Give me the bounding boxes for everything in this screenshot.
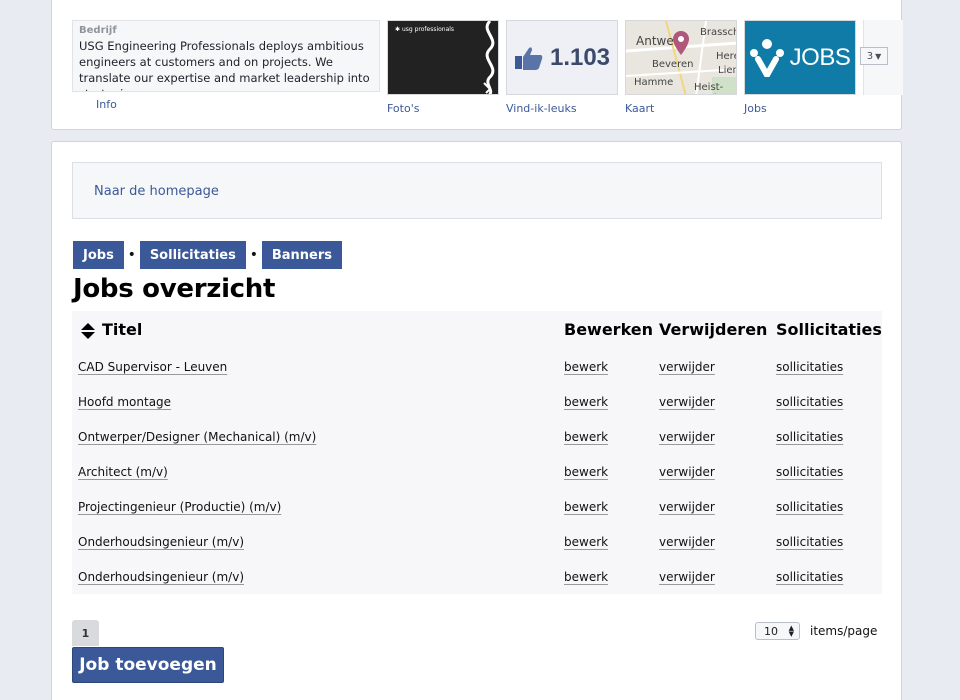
map-caption[interactable]: Kaart [625, 102, 654, 115]
items-per-page-label: items/page [810, 624, 878, 638]
more-tabs-button[interactable]: 3 ▼ [860, 47, 888, 65]
items-per-page: 10 ▲ ▼ items/page [755, 622, 877, 640]
table-row: Projectingenieur (Productie) (m/v) bewer… [72, 491, 882, 526]
about-box[interactable]: Bedrijf USG Engineering Professionals de… [72, 20, 380, 92]
about-text: USG Engineering Professionals deploys am… [79, 39, 370, 91]
likes-tile[interactable]: 1.103 [506, 20, 618, 95]
edit-link[interactable]: bewerk [564, 500, 608, 514]
map-place-here: Here [716, 51, 736, 62]
map-place-hamme: Hamme [634, 77, 674, 88]
column-header-applications: Sollicitaties [776, 320, 882, 339]
applications-link[interactable]: sollicitaties [776, 430, 843, 444]
tab-jobs[interactable]: Jobs [73, 241, 124, 269]
info-link[interactable]: Info [96, 98, 117, 111]
main-content-card: Naar de homepage Jobs • Sollicitaties • … [51, 141, 902, 700]
items-per-page-select[interactable]: 10 ▲ ▼ [755, 622, 800, 640]
job-title-link[interactable]: Onderhoudsingenieur (m/v) [78, 570, 244, 584]
chevron-down-icon: ▼ [875, 51, 882, 61]
table-row: Architect (m/v) bewerk verwijder sollici… [72, 456, 882, 491]
delete-link[interactable]: verwijder [659, 430, 715, 444]
applications-link[interactable]: sollicitaties [776, 395, 843, 409]
table-row: Ontwerper/Designer (Mechanical) (m/v) be… [72, 421, 882, 456]
map-place-heist: Heist-op-d [694, 82, 724, 94]
applications-link[interactable]: sollicitaties [776, 500, 843, 514]
pagination-page-1[interactable]: 1 [72, 620, 99, 646]
delete-link[interactable]: verwijder [659, 570, 715, 584]
add-job-button[interactable]: Job toevoegen [72, 647, 224, 683]
applications-link[interactable]: sollicitaties [776, 360, 843, 374]
likes-caption[interactable]: Vind-ik-leuks [506, 102, 577, 115]
homepage-link[interactable]: Naar de homepage [94, 184, 219, 199]
table-header: Titel Bewerken Verwijderen Sollicitaties [72, 311, 882, 349]
page-header-card: Bedrijf USG Engineering Professionals de… [51, 0, 903, 130]
jobs-tile-label: JOBS [789, 43, 851, 71]
edit-link[interactable]: bewerk [564, 535, 608, 549]
edit-link[interactable]: bewerk [564, 395, 608, 409]
likes-count: 1.103 [549, 43, 611, 71]
thumbs-up-icon [514, 46, 543, 70]
job-title-link[interactable]: Ontwerper/Designer (Mechanical) (m/v) [78, 430, 316, 444]
delete-link[interactable]: verwijder [659, 360, 715, 374]
nav-tabs: Jobs • Sollicitaties • Banners [73, 241, 343, 269]
applications-link[interactable]: sollicitaties [776, 570, 843, 584]
applications-link[interactable]: sollicitaties [776, 465, 843, 479]
job-title-link[interactable]: Onderhoudsingenieur (m/v) [78, 535, 244, 549]
applications-link[interactable]: sollicitaties [776, 535, 843, 549]
edit-link[interactable]: bewerk [564, 465, 608, 479]
about-label: Bedrijf [79, 25, 117, 36]
table-row: Hoofd montage bewerk verwijder sollicita… [72, 386, 882, 421]
job-title-link[interactable]: Architect (m/v) [78, 465, 168, 479]
tab-separator: • [249, 247, 258, 263]
edit-link[interactable]: bewerk [564, 570, 608, 584]
tab-banners[interactable]: Banners [261, 241, 343, 269]
column-header-edit: Bewerken [564, 320, 654, 339]
map-place-brasschaat: Brasschaat [700, 27, 736, 38]
tab-sollicitaties[interactable]: Sollicitaties [139, 241, 246, 269]
map-place-lier: Lier [718, 65, 737, 76]
job-title-link[interactable]: Hoofd montage [78, 395, 171, 409]
tab-separator: • [127, 247, 136, 263]
items-per-page-value: 10 [764, 624, 778, 638]
delete-link[interactable]: verwijder [659, 500, 715, 514]
job-title-link[interactable]: CAD Supervisor - Leuven [78, 360, 227, 374]
delete-link[interactable]: verwijder [659, 535, 715, 549]
column-header-title[interactable]: Titel [102, 320, 142, 339]
edit-link[interactable]: bewerk [564, 430, 608, 444]
sort-icon[interactable] [81, 323, 95, 339]
table-row: CAD Supervisor - Leuven bewerk verwijder… [72, 351, 882, 386]
jobs-tile[interactable]: JOBS [744, 20, 856, 95]
delete-link[interactable]: verwijder [659, 395, 715, 409]
page-title: Jobs overzicht [73, 274, 276, 304]
jobs-logo-icon [749, 38, 784, 77]
photos-tile[interactable]: ✱ usg professionals [387, 20, 499, 95]
decorative-chain-icon [483, 21, 495, 94]
photos-caption[interactable]: Foto's [387, 102, 419, 115]
stepper-arrows-icon: ▲ ▼ [788, 624, 794, 638]
map-tile[interactable]: Antwerp Brasschaat Beveren Here Hamme Li… [625, 20, 737, 95]
job-title-link[interactable]: Projectingenieur (Productie) (m/v) [78, 500, 281, 514]
jobs-caption[interactable]: Jobs [744, 102, 767, 115]
map-place-beveren: Beveren [652, 59, 694, 70]
homepage-box: Naar de homepage [72, 162, 882, 219]
map-pin-icon [673, 31, 689, 55]
edit-link[interactable]: bewerk [564, 360, 608, 374]
table-row: Onderhoudsingenieur (m/v) bewerk verwijd… [72, 561, 882, 596]
delete-link[interactable]: verwijder [659, 465, 715, 479]
column-header-delete: Verwijderen [659, 320, 768, 339]
more-count: 3 [866, 50, 874, 62]
jobs-table: Titel Bewerken Verwijderen Sollicitaties… [72, 311, 882, 594]
table-row: Onderhoudsingenieur (m/v) bewerk verwijd… [72, 526, 882, 561]
